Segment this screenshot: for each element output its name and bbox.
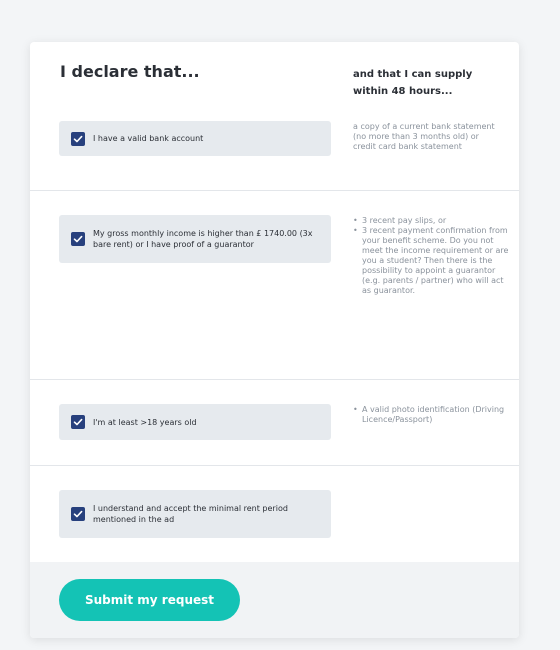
- declaration-age[interactable]: I'm at least >18 years old: [59, 404, 331, 440]
- submit-request-button[interactable]: Submit my request: [59, 579, 240, 621]
- checkbox-checked-icon[interactable]: [71, 507, 85, 521]
- form-title: I declare that...: [60, 62, 200, 81]
- checkbox-checked-icon[interactable]: [71, 131, 85, 146]
- requirement-id-list: A valid photo identification (Driving Li…: [353, 405, 512, 425]
- divider: [30, 190, 519, 191]
- declaration-income[interactable]: My gross monthly income is higher than £…: [59, 215, 331, 263]
- declaration-label: I have a valid bank account: [93, 134, 204, 143]
- declaration-label: I'm at least >18 years old: [93, 417, 197, 427]
- list-item: 3 recent pay slips, or: [353, 216, 512, 226]
- requirement-income-list: 3 recent pay slips, or 3 recent payment …: [353, 216, 512, 296]
- declaration-rent-period[interactable]: I understand and accept the minimal rent…: [59, 490, 331, 538]
- declaration-card: I declare that... and that I can supply …: [30, 42, 519, 638]
- checkbox-checked-icon[interactable]: [71, 415, 85, 429]
- declaration-bank-account[interactable]: I have a valid bank account: [59, 121, 331, 156]
- declaration-label: My gross monthly income is higher than £…: [93, 229, 313, 249]
- checkbox-checked-icon[interactable]: [71, 232, 85, 246]
- list-item: 3 recent payment confirmation from your …: [353, 226, 512, 296]
- requirement-bank-statement: a copy of a current bank statement (no m…: [353, 122, 495, 151]
- form-footer: Submit my request: [30, 562, 519, 638]
- divider: [30, 465, 519, 466]
- supply-heading: and that I can supply within 48 hours...: [353, 69, 473, 97]
- declaration-label: I understand and accept the minimal rent…: [93, 504, 288, 524]
- list-item: A valid photo identification (Driving Li…: [353, 405, 512, 425]
- divider: [30, 379, 519, 380]
